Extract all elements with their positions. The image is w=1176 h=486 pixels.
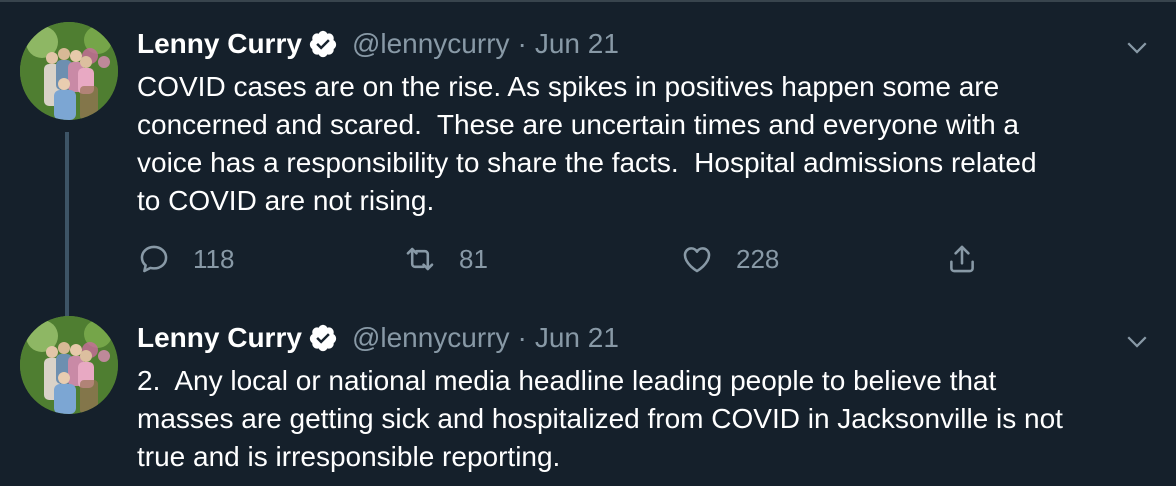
tweet-header: Lenny Curry @lennycurry · Jun 21 [137,318,619,358]
separator-dot: · [517,28,527,59]
separator-dot: · [517,322,527,353]
chevron-down-icon[interactable] [1122,32,1152,62]
top-divider [0,0,1176,2]
avatar[interactable] [20,22,118,120]
share-icon [945,242,979,276]
author-handle[interactable]: @lennycurry [352,28,510,60]
retweet-icon [403,242,437,276]
tweet-header: Lenny Curry @lennycurry · Jun 21 [137,24,619,64]
verified-badge-icon [308,323,338,353]
avatar-photo [20,22,118,120]
avatar-photo [20,316,118,414]
tweet-actions: 118 81 228 [137,237,997,281]
like-button[interactable]: 228 [680,237,779,281]
tweet-1[interactable]: Lenny Curry @lennycurry · Jun 21 COVID c… [0,22,1176,324]
retweet-button[interactable]: 81 [403,237,488,281]
chevron-down-icon[interactable] [1122,326,1152,356]
verified-badge-icon [308,29,338,59]
author-name[interactable]: Lenny Curry [137,28,302,60]
retweet-count: 81 [459,243,488,274]
reply-button[interactable]: 118 [137,237,234,281]
share-button[interactable] [945,237,979,281]
tweet-2[interactable]: Lenny Curry @lennycurry · Jun 21 2. Any … [0,316,1176,486]
like-count: 228 [736,243,780,274]
tweet-date[interactable]: Jun 21 [535,322,619,354]
heart-icon [680,242,714,276]
reply-count: 118 [193,243,235,274]
reply-icon [137,242,171,276]
tweet-text: 2. Any local or national media headline … [137,365,1063,472]
tweet-date[interactable]: Jun 21 [535,28,619,60]
tweet-text: COVID cases are on the rise. As spikes i… [137,71,1037,216]
author-name[interactable]: Lenny Curry [137,322,302,354]
thread-connector-line [65,132,69,324]
author-handle[interactable]: @lennycurry [352,322,510,354]
avatar[interactable] [20,316,118,414]
